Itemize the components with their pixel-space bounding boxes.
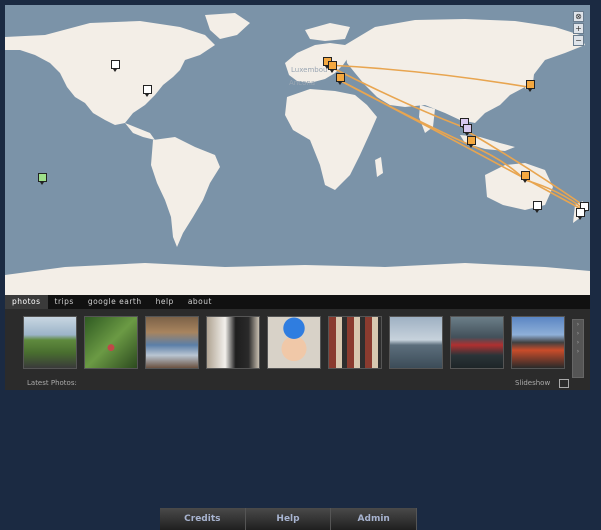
photo-thumbnail[interactable] — [23, 316, 77, 369]
tab-trips[interactable]: trips — [48, 295, 81, 309]
tab-google-earth[interactable]: google earth — [81, 295, 149, 309]
thumbnail-scrollbar[interactable]: › › › › — [572, 319, 584, 378]
slideshow-link[interactable]: Slideshow — [515, 379, 550, 387]
map-marker[interactable] — [38, 173, 47, 185]
map-marker[interactable] — [533, 201, 542, 213]
zoom-out-button[interactable]: − — [573, 35, 584, 46]
photo-thumbnail[interactable] — [450, 316, 504, 369]
photo-thumbnail[interactable] — [511, 316, 565, 369]
map-marker[interactable] — [526, 80, 535, 92]
map-marker[interactable] — [143, 85, 152, 97]
tab-help[interactable]: help — [149, 295, 181, 309]
photo-thumbnail[interactable] — [328, 316, 382, 369]
map-marker[interactable] — [521, 171, 530, 183]
tab-bar: photos trips google earth help about — [5, 295, 590, 309]
map-marker[interactable] — [463, 124, 472, 136]
zoom-in-button[interactable]: + — [573, 23, 584, 34]
map-marker[interactable] — [336, 73, 345, 85]
photo-thumbnail[interactable] — [145, 316, 199, 369]
slideshow-icon[interactable] — [559, 379, 569, 388]
zoom-reset-button[interactable]: ⊗ — [573, 11, 584, 22]
world-map[interactable]: ⊗ + − Luxembou Ancona — [5, 5, 590, 295]
scroll-arrow-icon: › — [576, 339, 580, 346]
credits-button[interactable]: Credits — [160, 508, 246, 530]
scroll-arrow-icon: › — [576, 330, 580, 337]
photo-thumbnail[interactable] — [84, 316, 138, 369]
help-button[interactable]: Help — [245, 508, 332, 530]
thumbnail-strip — [23, 316, 572, 369]
photo-thumbnail[interactable] — [389, 316, 443, 369]
photo-thumbnail[interactable] — [267, 316, 321, 369]
map-marker[interactable] — [576, 208, 585, 220]
latest-photos-label: Latest Photos: — [27, 379, 77, 387]
map-label-ancona: Ancona — [289, 79, 316, 87]
map-land — [5, 13, 590, 295]
map-marker[interactable] — [467, 136, 476, 148]
photo-thumbnail[interactable] — [206, 316, 260, 369]
map-marker[interactable] — [111, 60, 120, 72]
admin-button[interactable]: Admin — [331, 508, 418, 530]
app-window: ⊗ + − Luxembou Ancona photos trips googl… — [5, 5, 590, 390]
scroll-arrow-icon: › — [576, 321, 580, 328]
map-label-luxembourg: Luxembou — [291, 66, 328, 74]
tab-photos[interactable]: photos — [5, 295, 48, 309]
scroll-arrow-icon: › — [576, 348, 580, 355]
photo-panel: photos trips google earth help about › ›… — [5, 295, 590, 390]
footer-nav: Credits Help Admin — [160, 508, 418, 530]
map-marker[interactable] — [328, 61, 337, 73]
tab-about[interactable]: about — [181, 295, 219, 309]
